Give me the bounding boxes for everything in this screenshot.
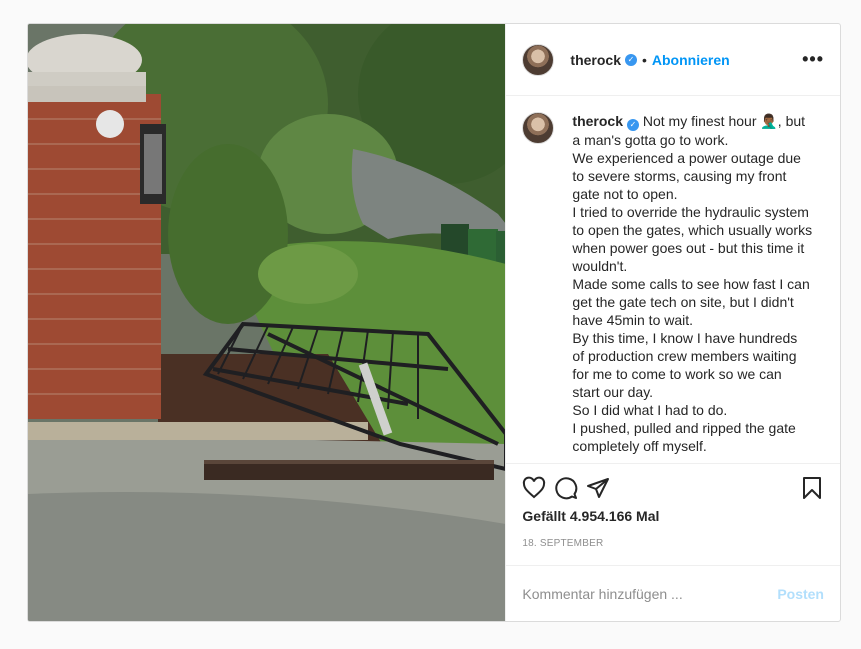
separator-dot: • <box>641 51 647 68</box>
post-date[interactable]: 18. SEPTEMBER <box>522 538 824 549</box>
caption-line: I tried to override the hydraulic system… <box>572 204 813 274</box>
post-actions: Gefällt 4.954.166 Mal 18. SEPTEMBER <box>506 463 840 565</box>
bookmark-icon[interactable] <box>792 472 824 504</box>
post-sidebar: therock ✓ • Abonnieren ••• therock ✓ Not … <box>505 24 840 621</box>
heart-icon[interactable] <box>522 472 554 504</box>
post-comment-button[interactable]: Posten <box>777 586 824 602</box>
caption-text: therock ✓ Not my finest hour 🤦🏾‍♂️, but a… <box>572 112 812 463</box>
author-avatar[interactable] <box>522 43 555 76</box>
post-header: therock ✓ • Abonnieren ••• <box>506 24 840 96</box>
instagram-post: therock ✓ • Abonnieren ••• therock ✓ Not … <box>27 23 841 622</box>
comment-input[interactable] <box>522 585 778 602</box>
follow-button[interactable]: Abonnieren <box>652 52 730 68</box>
post-photo[interactable] <box>28 24 506 621</box>
gate-photo-illustration <box>28 24 506 621</box>
author-username[interactable]: therock <box>570 52 621 68</box>
comment-bar: Posten <box>506 565 840 621</box>
share-icon[interactable] <box>586 472 618 504</box>
caption-line: So I did what I had to do. <box>572 402 728 418</box>
caption-area: therock ✓ Not my finest hour 🤦🏾‍♂️, but a… <box>506 96 840 463</box>
caption-line: I pushed, pulled and ripped the gate com… <box>572 420 796 454</box>
like-count[interactable]: Gefällt 4.954.166 Mal <box>522 508 824 524</box>
action-icons <box>522 468 824 508</box>
comment-icon[interactable] <box>554 472 586 504</box>
more-options-icon[interactable]: ••• <box>802 49 824 70</box>
caption-author-avatar[interactable] <box>522 112 555 144</box>
caption-line: By this time, I know I have hundreds of … <box>572 330 798 400</box>
verified-badge-icon: ✓ <box>624 53 637 66</box>
caption-username[interactable]: therock <box>572 113 623 129</box>
verified-badge-icon: ✓ <box>626 119 639 131</box>
caption-line: Made some calls to see how fast I can ge… <box>572 276 810 328</box>
caption-line: We experienced a power outage due to sev… <box>572 150 801 202</box>
